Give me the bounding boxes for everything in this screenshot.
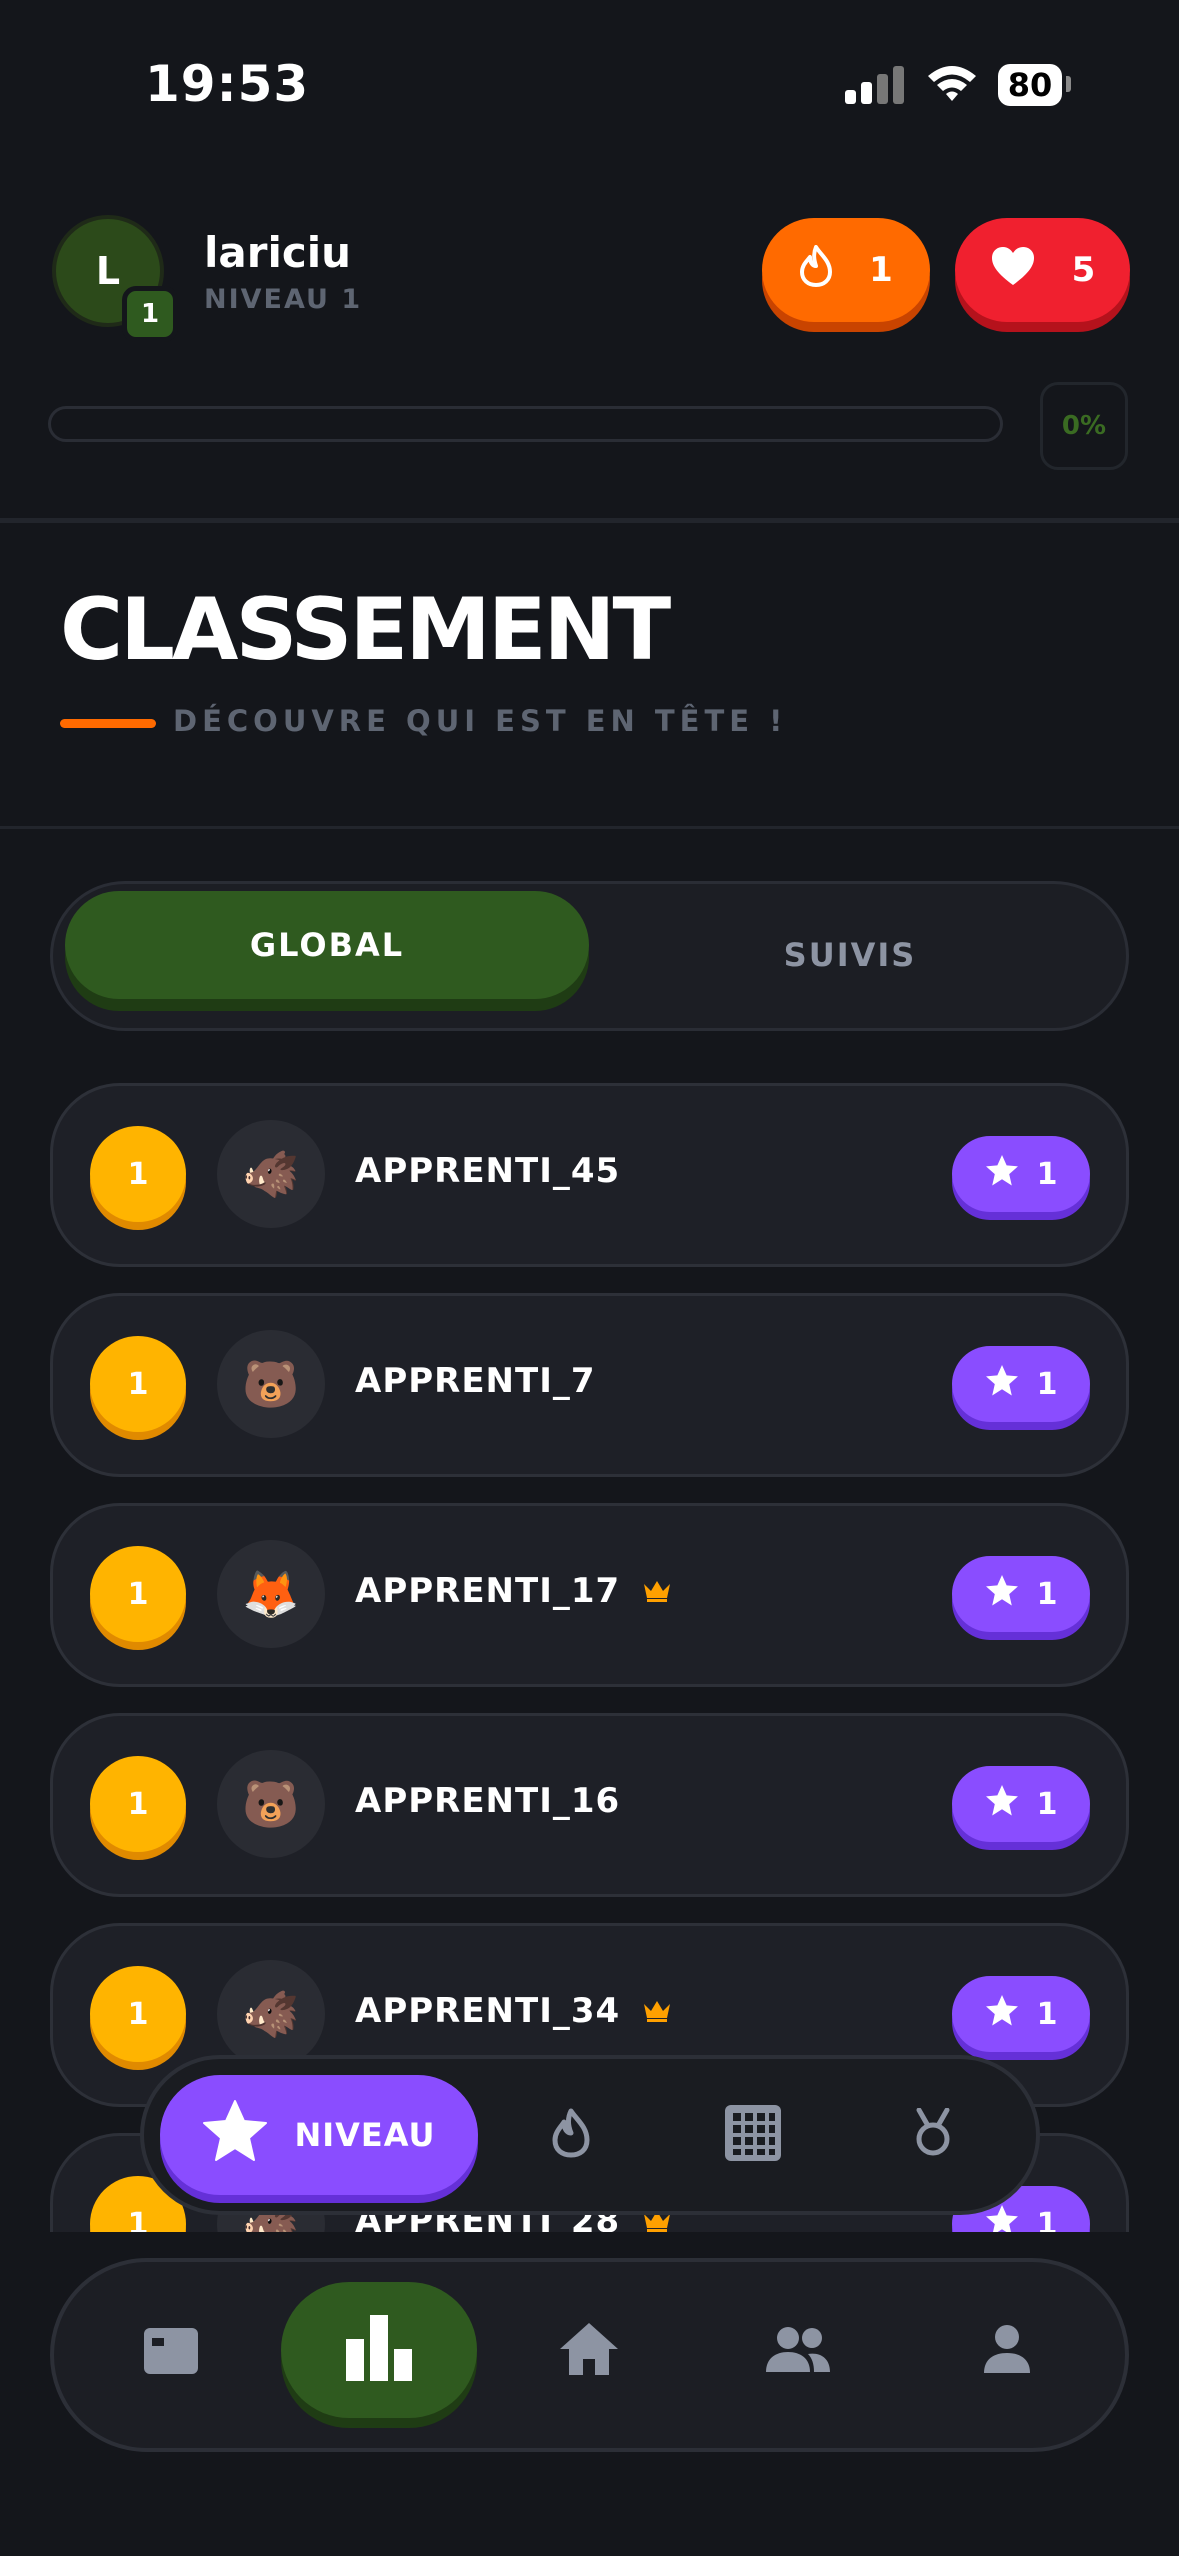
level-progress-bar bbox=[48, 406, 1003, 442]
star-count-badge: 1 bbox=[952, 1766, 1090, 1842]
rank-coin: 1 bbox=[90, 1336, 186, 1432]
heart-icon bbox=[990, 245, 1036, 296]
star-icon bbox=[985, 1784, 1019, 1825]
page-subtitle: DÉCOUVRE QUI EST EN TÊTE ! bbox=[173, 704, 788, 738]
star-icon bbox=[985, 1154, 1019, 1195]
boar-avatar-icon: 🐗 bbox=[217, 1960, 325, 2068]
page-title: CLASSEMENT bbox=[60, 580, 671, 680]
player-name-text: APPRENTI_34 bbox=[355, 1991, 621, 2031]
nav-cards-button[interactable] bbox=[126, 2308, 216, 2398]
category-streak-button[interactable] bbox=[531, 2095, 611, 2175]
category-calendar-button[interactable] bbox=[713, 2095, 793, 2175]
star-icon bbox=[985, 1994, 1019, 2035]
rank-coin: 1 bbox=[90, 1126, 186, 1222]
streak-count: 1 bbox=[869, 250, 893, 290]
grid-icon bbox=[725, 2105, 781, 2165]
star-icon bbox=[985, 1364, 1019, 1405]
nav-leaderboard-button[interactable] bbox=[334, 2305, 424, 2395]
home-icon bbox=[558, 2321, 620, 2381]
progress-percent: 0% bbox=[1040, 382, 1128, 470]
profile-icon bbox=[982, 2323, 1032, 2379]
streak-pill[interactable]: 1 bbox=[762, 218, 930, 322]
star-icon bbox=[202, 2099, 268, 2171]
star-count: 1 bbox=[1036, 2206, 1058, 2233]
battery-cap bbox=[1066, 76, 1071, 92]
avatar-initial: L bbox=[95, 249, 121, 293]
tab-global[interactable]: GLOBAL bbox=[65, 891, 589, 999]
player-name: APPRENTI_34 bbox=[355, 1991, 672, 2031]
player-name-text: APPRENTI_7 bbox=[355, 1361, 596, 1401]
avatar-level-badge: 1 bbox=[122, 286, 178, 342]
leaderboard-row[interactable]: 1 🐗 APPRENTI_45 1 bbox=[50, 1083, 1129, 1267]
star-icon bbox=[985, 1574, 1019, 1615]
star-count-badge: 1 bbox=[952, 1136, 1090, 1212]
battery-icon: 80 bbox=[998, 64, 1062, 106]
leaderboard-row[interactable]: 1 🦊 APPRENTI_17 1 bbox=[50, 1503, 1129, 1687]
category-niveau-label: NIVEAU bbox=[294, 2116, 436, 2154]
crown-icon bbox=[642, 1572, 672, 1610]
star-count: 1 bbox=[1036, 1786, 1058, 1822]
star-count: 1 bbox=[1036, 1996, 1058, 2032]
title-accent-bar bbox=[60, 719, 156, 728]
rank-coin: 1 bbox=[90, 1966, 186, 2062]
fox-avatar-icon: 🦊 bbox=[217, 1540, 325, 1648]
star-count-badge: 1 bbox=[952, 1346, 1090, 1422]
star-count: 1 bbox=[1036, 1366, 1058, 1402]
player-name: APPRENTI_45 bbox=[355, 1151, 620, 1191]
cellular-signal-icon bbox=[845, 62, 905, 104]
nav-friends-button[interactable] bbox=[753, 2306, 843, 2396]
crown-icon bbox=[642, 1992, 672, 2030]
friends-icon bbox=[764, 2324, 832, 2378]
player-name-text: APPRENTI_16 bbox=[355, 1781, 621, 1821]
leaderboard-row[interactable]: 1 🐻 APPRENTI_7 1 bbox=[50, 1293, 1129, 1477]
star-count-badge: 1 bbox=[952, 1976, 1090, 2052]
player-name: APPRENTI_7 bbox=[355, 1361, 596, 1401]
bear-avatar-icon: 🐻 bbox=[217, 1330, 325, 1438]
cards-icon bbox=[142, 2326, 200, 2380]
nav-home-button[interactable] bbox=[544, 2306, 634, 2396]
status-time: 19:53 bbox=[145, 55, 310, 113]
player-name: APPRENTI_17 bbox=[355, 1571, 672, 1611]
bear-avatar-icon: 🐻 bbox=[217, 1750, 325, 1858]
header-divider bbox=[0, 518, 1179, 523]
hearts-pill[interactable]: 5 bbox=[955, 218, 1130, 322]
star-count: 1 bbox=[1036, 1156, 1058, 1192]
hearts-count: 5 bbox=[1071, 250, 1096, 290]
category-niveau-button[interactable]: NIVEAU bbox=[160, 2075, 478, 2195]
title-divider bbox=[0, 826, 1179, 829]
category-medal-button[interactable] bbox=[893, 2095, 973, 2175]
leaderboard-icon bbox=[344, 2315, 414, 2385]
star-count: 1 bbox=[1036, 1576, 1058, 1612]
tab-suivis[interactable]: SUIVIS bbox=[590, 900, 1110, 1010]
star-count-badge: 1 bbox=[952, 1556, 1090, 1632]
medal-icon bbox=[913, 2107, 953, 2162]
flame-icon bbox=[799, 244, 833, 296]
player-name: APPRENTI_16 bbox=[355, 1781, 620, 1821]
leaderboard-row[interactable]: 1 🐻 APPRENTI_16 1 bbox=[50, 1713, 1129, 1897]
wifi-icon bbox=[925, 62, 979, 104]
flame-icon bbox=[552, 2108, 590, 2162]
player-name-text: APPRENTI_17 bbox=[355, 1571, 621, 1611]
boar-avatar-icon: 🐗 bbox=[217, 1120, 325, 1228]
rank-coin: 1 bbox=[90, 1546, 186, 1642]
username: lariciu bbox=[204, 228, 352, 277]
level-label: NIVEAU 1 bbox=[204, 284, 363, 315]
nav-profile-button[interactable] bbox=[962, 2306, 1052, 2396]
rank-coin: 1 bbox=[90, 1756, 186, 1852]
player-name-text: APPRENTI_45 bbox=[355, 1151, 621, 1191]
